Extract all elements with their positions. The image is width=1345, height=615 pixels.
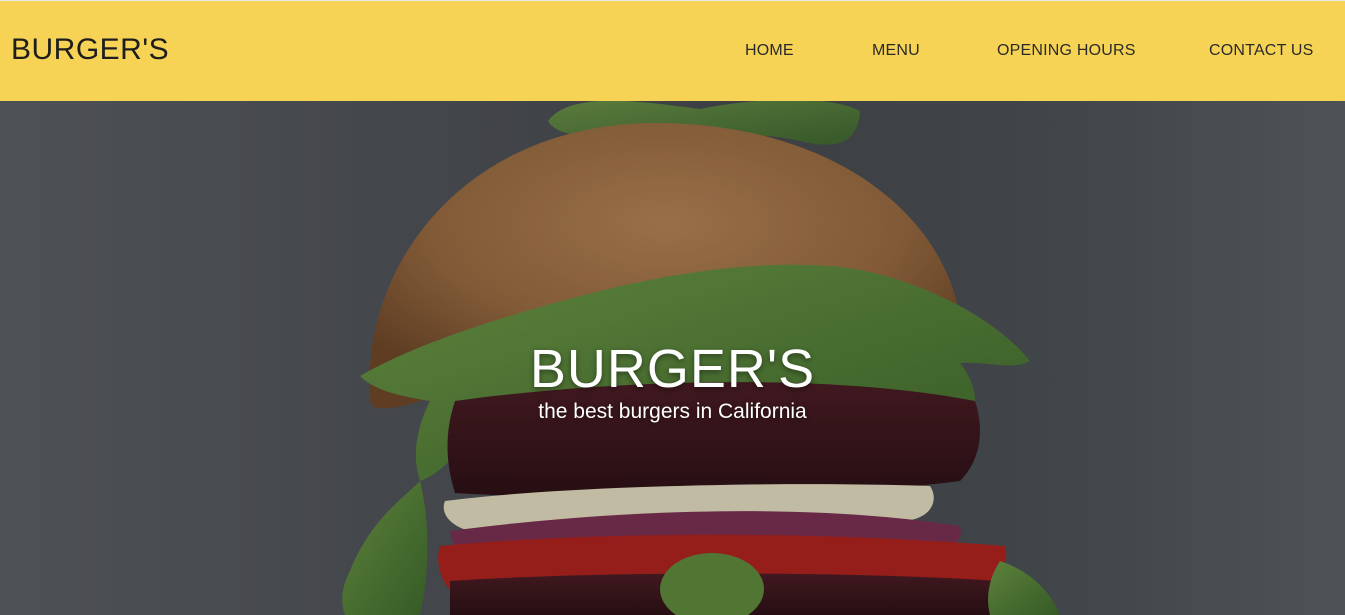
hero-subtitle: the best burgers in California: [538, 400, 807, 423]
hero-section: BURGER'S the best burgers in California: [0, 101, 1345, 615]
site-logo[interactable]: BURGER'S: [11, 32, 169, 68]
nav-menu-link[interactable]: MENU: [872, 41, 920, 61]
nav-home-link[interactable]: HOME: [745, 41, 794, 61]
nav-opening-hours-link[interactable]: OPENING HOURS: [997, 41, 1136, 61]
nav-contact-us-link[interactable]: CONTACT US: [1209, 41, 1314, 61]
hero-title: BURGER'S: [529, 339, 816, 399]
top-navbar: BURGER'S HOME MENU OPENING HOURS CONTACT…: [0, 0, 1345, 101]
